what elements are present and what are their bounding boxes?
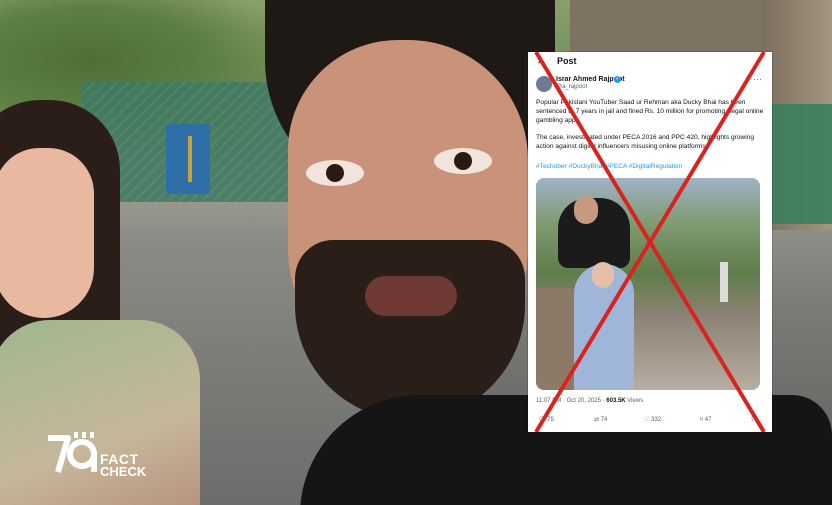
- bookmark-button[interactable]: ⌑ 47: [700, 416, 711, 423]
- bookmark-icon: ⌑: [700, 417, 704, 423]
- repost-button[interactable]: ⇄ 74: [594, 416, 607, 423]
- bookmark-count: 47: [704, 417, 712, 423]
- post-timestamp: 11:07 PM · Oct 20, 2025 · 603.5K Views: [536, 398, 643, 404]
- repost-icon: ⇄: [594, 417, 600, 423]
- post-title: Post: [557, 56, 577, 66]
- woman-face: [0, 148, 94, 318]
- green-fence-right: [772, 104, 832, 224]
- tweet-paragraph-1: Popular Pakistani YouTuber Saad ur Rehma…: [536, 99, 764, 124]
- timestamp-text: 11:07 PM · Oct 20, 2025 ·: [536, 398, 607, 404]
- share-icon: ⇪: [750, 417, 756, 423]
- like-button[interactable]: ♡ 332: [644, 416, 661, 423]
- logo-check-text: CHECK: [100, 464, 147, 479]
- verified-badge-icon: ✓: [614, 76, 621, 83]
- tweet-text: Popular Pakistani YouTuber Saad ur Rehma…: [536, 98, 764, 159]
- man-mouth: [365, 276, 457, 316]
- action-bar: 🗨 75 ⇄ 74 ♡ 332 ⌑ 47 ⇪: [536, 416, 764, 428]
- repost-count: 74: [600, 417, 608, 423]
- post-header: ← Post: [528, 52, 772, 72]
- man-left-eye: [306, 160, 364, 186]
- avatar[interactable]: [536, 76, 552, 92]
- building: [570, 0, 790, 52]
- views-label: Views: [625, 398, 644, 404]
- blue-bin: [166, 124, 210, 194]
- heart-icon: ♡: [644, 417, 650, 423]
- hashtags[interactable]: #Techober #DuckyBhai #PECA #DigitalRegul…: [536, 163, 764, 170]
- photo-woman-face: [592, 262, 614, 288]
- more-icon[interactable]: ···: [753, 74, 762, 84]
- share-button[interactable]: ⇪: [750, 416, 755, 423]
- reply-count: 75: [547, 417, 554, 423]
- like-count: 332: [651, 417, 662, 423]
- tweet-screenshot: ← Post Israr Ahmed Rajpoot ✓ @a_rajpoot …: [528, 52, 772, 432]
- author-handle[interactable]: @a_rajpoot: [556, 84, 587, 90]
- views-count: 603.5K: [606, 398, 626, 404]
- lamp-post: [720, 262, 728, 302]
- post-image[interactable]: [536, 178, 760, 390]
- reply-icon: 🗨: [538, 417, 546, 423]
- logo-mark: [48, 432, 97, 473]
- man-right-eye: [434, 148, 492, 174]
- fact-check-logo: FACT CHECK: [44, 432, 156, 478]
- tweet-paragraph-2: The case, investigated under PECA 2016 a…: [536, 134, 755, 150]
- arrow-left-icon[interactable]: ←: [536, 55, 547, 67]
- reply-button[interactable]: 🗨 75: [538, 416, 554, 423]
- photo-man-face: [574, 196, 598, 224]
